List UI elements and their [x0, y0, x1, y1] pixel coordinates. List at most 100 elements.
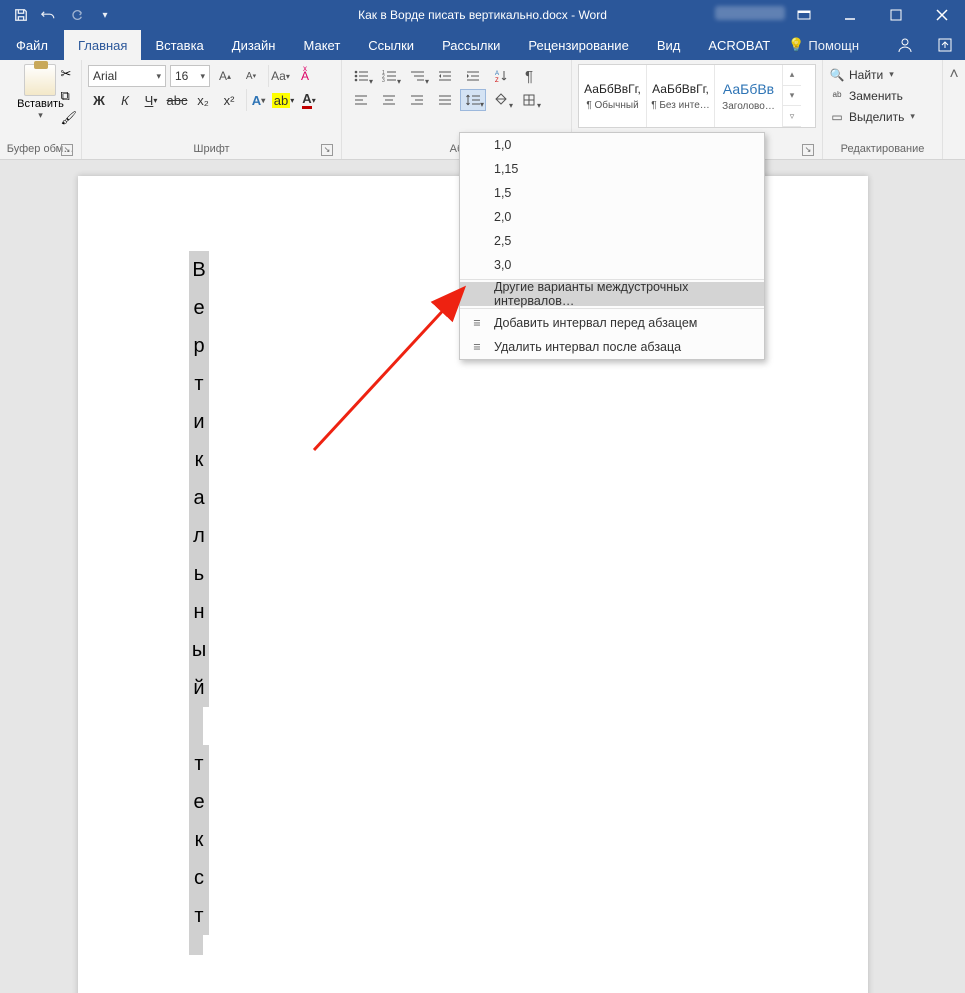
ribbon-options-button[interactable] [781, 0, 827, 30]
chevron-down-icon: ▾ [156, 71, 161, 82]
superscript-button[interactable]: x² [218, 89, 240, 111]
sort-button[interactable]: AZ [488, 65, 514, 87]
shrink-font-button[interactable]: A▾ [240, 65, 262, 87]
window-controls [781, 0, 965, 30]
underline-button[interactable]: Ч▾ [140, 89, 162, 111]
redo-button[interactable] [64, 2, 90, 28]
char: е [189, 289, 209, 327]
char: а [189, 479, 209, 517]
style-normal[interactable]: АаБбВвГг,¶ Обычный [579, 65, 647, 127]
remove-space-after-icon: ≡ [468, 340, 486, 354]
maximize-button[interactable] [873, 0, 919, 30]
char: л [189, 517, 209, 555]
char: и [189, 403, 209, 441]
tab-view[interactable]: Вид [643, 30, 695, 60]
char: ь [189, 555, 209, 593]
group-clipboard: Вставить ▾ ✂ ⧉ 🖌 Буфер обм…↘ [0, 60, 82, 159]
title-bar: ▾ Как в Ворде писать вертикально.docx - … [0, 0, 965, 30]
user-badge [715, 6, 785, 20]
tab-references[interactable]: Ссылки [354, 30, 428, 60]
multilevel-list-button[interactable]: ▾ [404, 65, 430, 87]
chevron-up-icon[interactable]: ▴ [783, 65, 801, 86]
find-button[interactable]: 🔍Найти▾ [829, 64, 936, 85]
group-editing-label: Редактирование [841, 143, 925, 155]
tab-home[interactable]: Главная [64, 30, 141, 60]
highlight-button[interactable]: ab▾ [272, 89, 294, 111]
text-effects-button[interactable]: A▾ [246, 89, 268, 111]
font-color-button[interactable]: A▾ [298, 89, 320, 111]
add-space-before[interactable]: ≡Добавить интервал перед абзацем [460, 311, 764, 335]
subscript-button[interactable]: x₂ [192, 89, 214, 111]
paste-icon [24, 64, 56, 96]
italic-button[interactable]: К [114, 89, 136, 111]
close-button[interactable] [919, 0, 965, 30]
align-right-button[interactable] [404, 89, 430, 111]
save-button[interactable] [8, 2, 34, 28]
styles-dialog-launcher[interactable]: ↘ [802, 144, 814, 156]
font-size-value: 16 [175, 69, 188, 83]
collapse-ribbon-button[interactable]: ˄ [943, 60, 965, 159]
tell-me[interactable]: 💡 Помощн [788, 30, 859, 60]
align-center-button[interactable] [376, 89, 402, 111]
gallery-scroll[interactable]: ▴▾▿ [783, 65, 801, 127]
bullets-button[interactable]: ▾ [348, 65, 374, 87]
change-case-button[interactable]: Aa▾ [268, 65, 290, 87]
decrease-indent-button[interactable] [432, 65, 458, 87]
tab-insert[interactable]: Вставка [141, 30, 217, 60]
style-no-spacing[interactable]: АаБбВвГг,¶ Без инте… [647, 65, 715, 127]
cut-button[interactable]: ✂ [60, 66, 77, 82]
tab-design[interactable]: Дизайн [218, 30, 290, 60]
line-spacing-button[interactable]: ▾ [460, 89, 486, 111]
select-button[interactable]: ▭Выделить▾ [829, 106, 936, 127]
chevron-down-icon: ▾ [200, 71, 205, 82]
copy-button[interactable]: ⧉ [60, 88, 77, 104]
font-name-combo[interactable]: Arial ▾ [88, 65, 166, 87]
tab-layout[interactable]: Макет [289, 30, 354, 60]
format-painter-button[interactable]: 🖌 [60, 110, 77, 126]
spacing-options-more[interactable]: Другие варианты междустрочных интервалов… [460, 282, 764, 306]
font-size-combo[interactable]: 16 ▾ [170, 65, 210, 87]
account-icon[interactable] [885, 30, 925, 60]
spacing-option-1-0[interactable]: 1,0 [460, 133, 764, 157]
gallery-expand-icon[interactable]: ▿ [783, 106, 801, 127]
blank-line [189, 935, 203, 955]
show-marks-button[interactable]: ¶ [516, 65, 542, 87]
line-spacing-menu: 1,0 1,15 1,5 2,0 2,5 3,0 Другие варианты… [459, 132, 765, 360]
justify-button[interactable] [432, 89, 458, 111]
share-button[interactable] [925, 30, 965, 60]
paste-button[interactable]: Вставить ▾ [17, 64, 64, 121]
char: й [189, 669, 209, 707]
tab-file[interactable]: Файл [0, 30, 64, 60]
selected-text[interactable]: В е р т и к а л ь н ы й т е к с т [189, 251, 209, 955]
spacing-option-2-0[interactable]: 2,0 [460, 205, 764, 229]
tab-review[interactable]: Рецензирование [514, 30, 642, 60]
grow-font-button[interactable]: A▴ [214, 65, 236, 87]
shading-button[interactable]: ▾ [488, 89, 514, 111]
tab-acrobat[interactable]: ACROBAT [694, 30, 784, 60]
tab-mailings[interactable]: Рассылки [428, 30, 514, 60]
font-name-value: Arial [93, 69, 117, 83]
minimize-button[interactable] [827, 0, 873, 30]
qat-customize-button[interactable]: ▾ [92, 2, 118, 28]
remove-space-after[interactable]: ≡Удалить интервал после абзаца [460, 335, 764, 359]
style-heading1[interactable]: АаБбВвЗаголово… [715, 65, 783, 127]
clipboard-dialog-launcher[interactable]: ↘ [61, 144, 73, 156]
chevron-down-icon[interactable]: ▾ [783, 86, 801, 107]
spacing-option-1-15[interactable]: 1,15 [460, 157, 764, 181]
font-dialog-launcher[interactable]: ↘ [321, 144, 333, 156]
styles-gallery[interactable]: АаБбВвГг,¶ Обычный АаБбВвГг,¶ Без инте… … [578, 64, 816, 128]
svg-text:3: 3 [382, 78, 385, 83]
clear-formatting-button[interactable]: Aͯ [294, 65, 316, 87]
replace-button[interactable]: ᵃᵇЗаменить [829, 85, 936, 106]
borders-button[interactable]: ▾ [516, 89, 542, 111]
increase-indent-button[interactable] [460, 65, 486, 87]
align-left-button[interactable] [348, 89, 374, 111]
strikethrough-button[interactable]: abc [166, 89, 188, 111]
spacing-option-3-0[interactable]: 3,0 [460, 253, 764, 277]
group-font-label: Шрифт [193, 143, 229, 155]
undo-button[interactable] [36, 2, 62, 28]
numbering-button[interactable]: 123▾ [376, 65, 402, 87]
bold-button[interactable]: Ж [88, 89, 110, 111]
spacing-option-2-5[interactable]: 2,5 [460, 229, 764, 253]
spacing-option-1-5[interactable]: 1,5 [460, 181, 764, 205]
